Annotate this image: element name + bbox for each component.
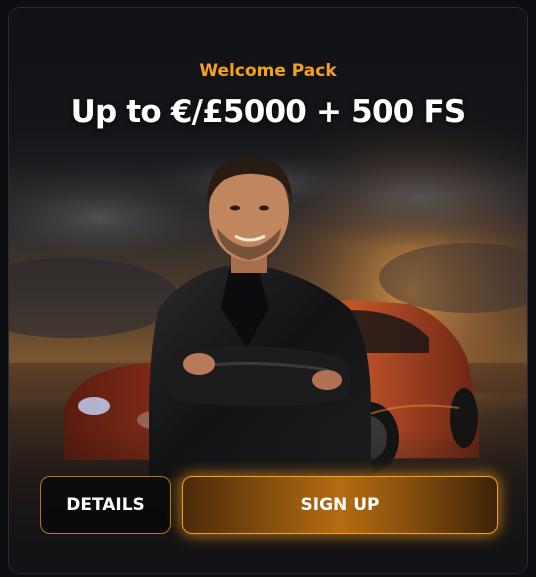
sign-up-button[interactable]: SIGN UP xyxy=(182,476,498,534)
sign-up-button-label: SIGN UP xyxy=(300,495,380,515)
promo-card: Welcome Pack Up to €/£5000 + 500 FS DETA… xyxy=(8,7,528,574)
details-button[interactable]: DETAILS xyxy=(40,476,171,534)
details-button-label: DETAILS xyxy=(66,495,145,515)
promo-headline: Up to €/£5000 + 500 FS xyxy=(70,94,467,130)
promo-eyebrow: Welcome Pack xyxy=(199,61,337,81)
